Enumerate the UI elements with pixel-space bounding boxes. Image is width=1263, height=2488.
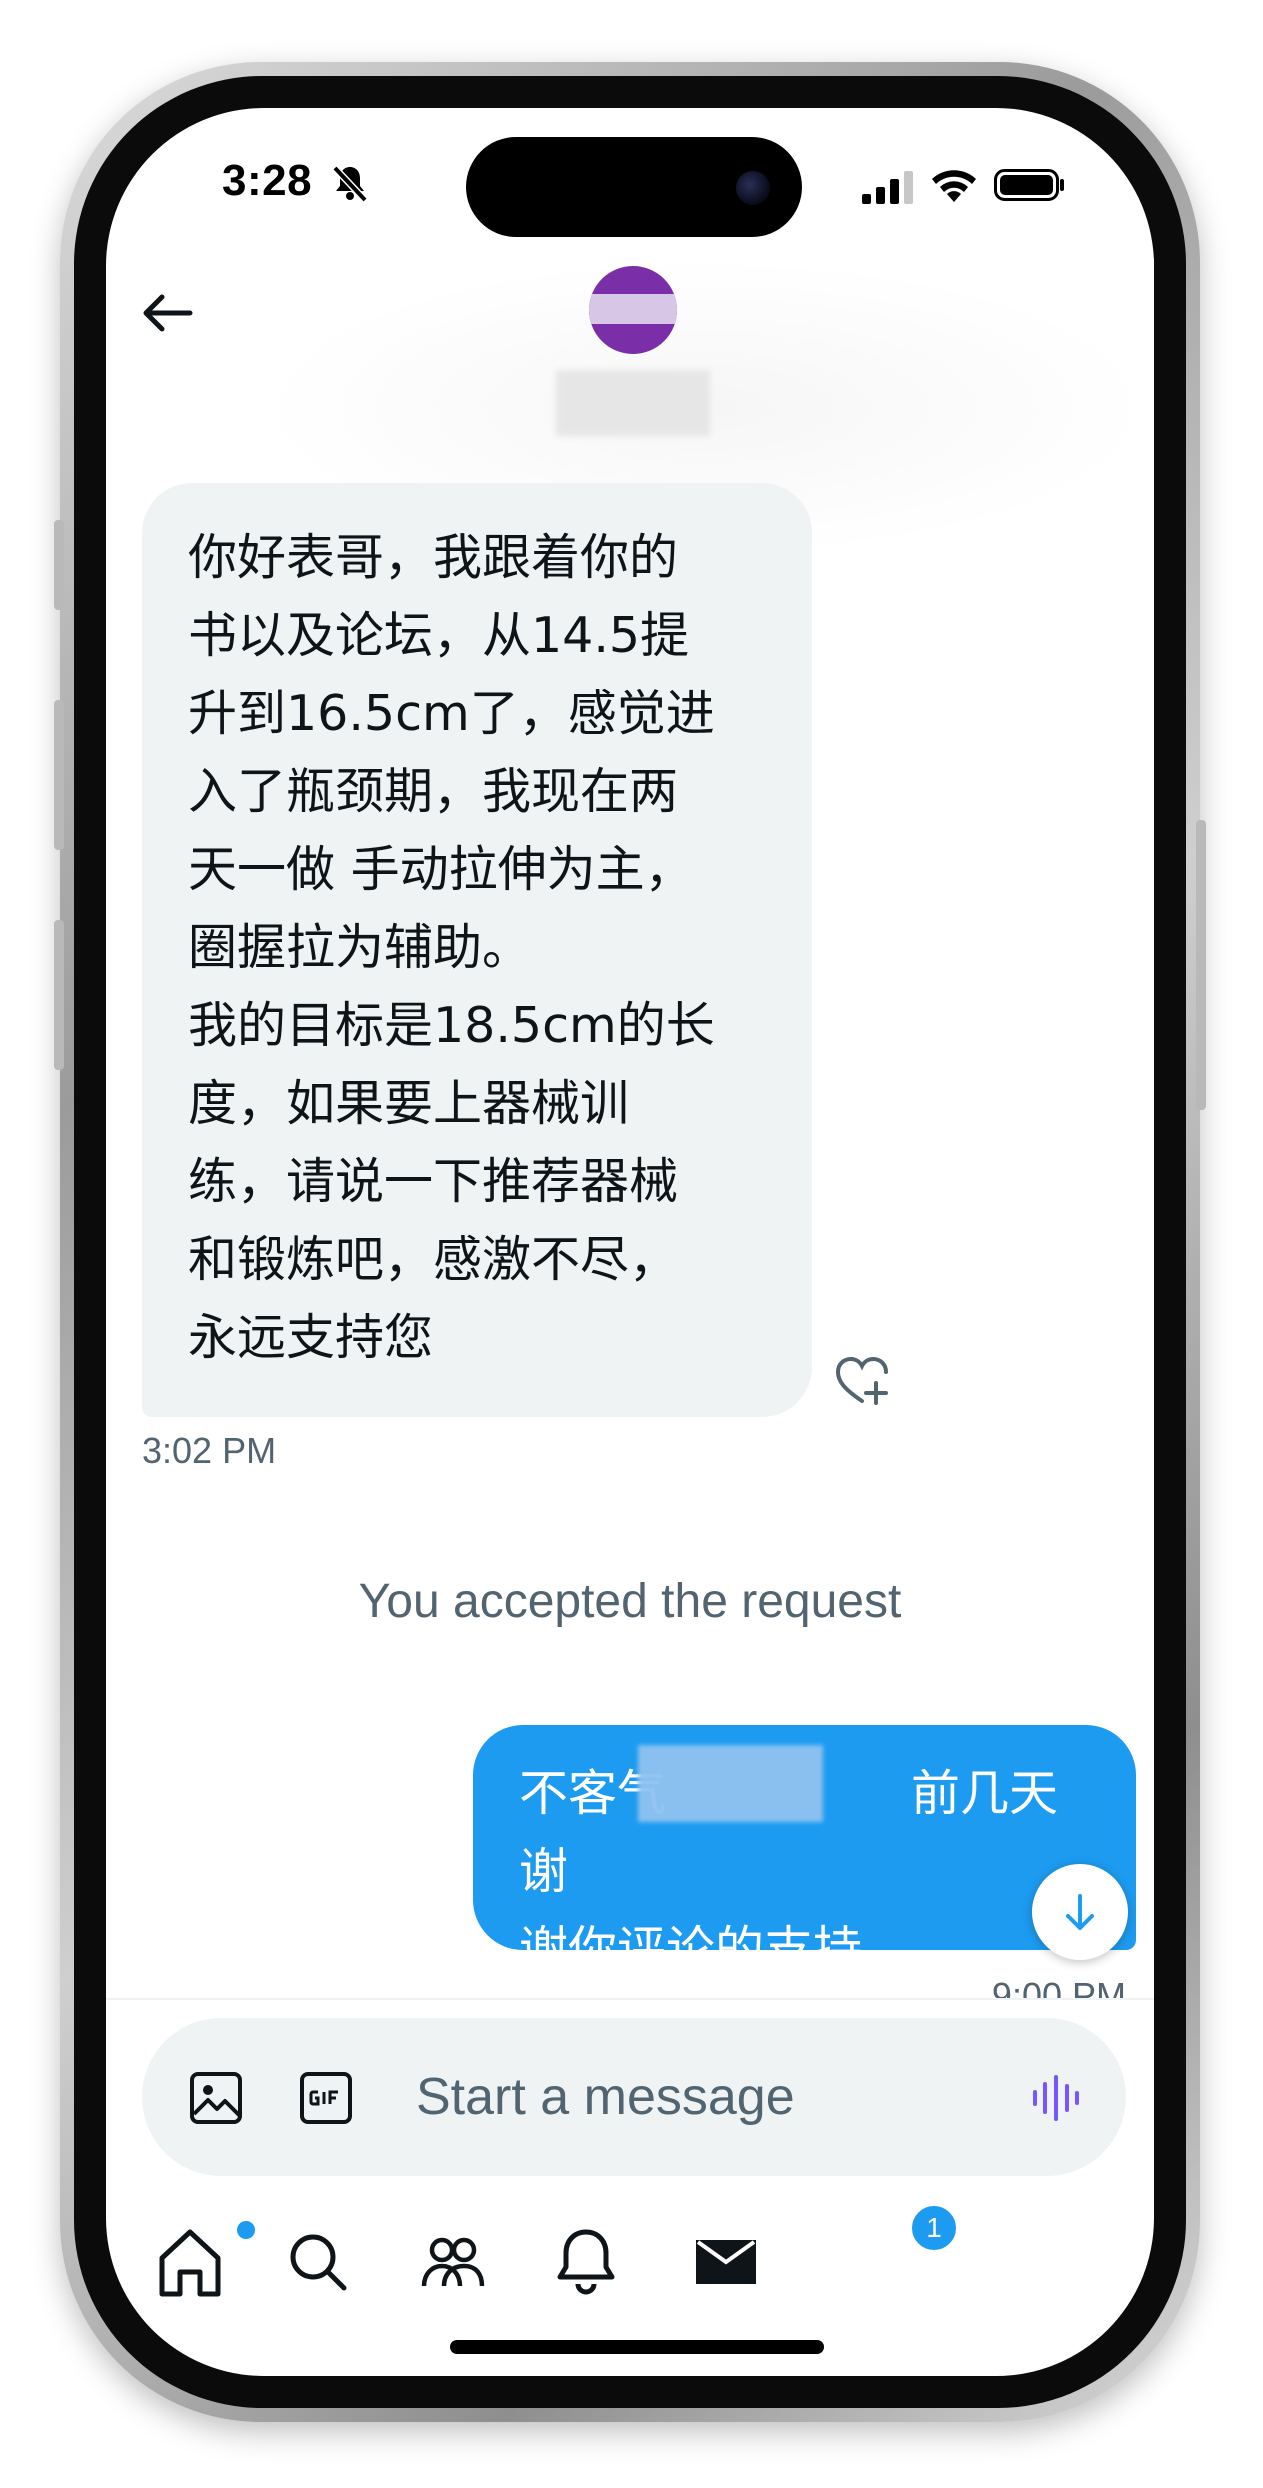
notifications-bell-icon[interactable]: [544, 2220, 628, 2304]
home-indicator: [450, 2340, 824, 2354]
power-button: [1196, 820, 1206, 1110]
home-new-posts-dot: [234, 2218, 258, 2242]
voice-message-icon[interactable]: [1030, 2074, 1082, 2122]
search-icon[interactable]: [276, 2220, 360, 2304]
screen: 3:28 你好表哥，我跟着你的 书以及论坛，从14.5提 升到16.5cm了，感…: [106, 108, 1154, 2376]
outgoing-message-time: 9:00 PM: [991, 1975, 1126, 1998]
add-reaction-heart-icon[interactable]: [834, 1353, 890, 1409]
contact-name-redacted: [556, 370, 710, 436]
incoming-message-bubble[interactable]: 你好表哥，我跟着你的 书以及论坛，从14.5提 升到16.5cm了，感觉进 入了…: [142, 483, 812, 1417]
messages-envelope-icon[interactable]: [684, 2220, 768, 2304]
image-icon[interactable]: [188, 2070, 244, 2126]
arrow-down-icon: [1066, 1894, 1094, 1930]
message-input[interactable]: [416, 2064, 936, 2130]
battery-icon: [994, 169, 1064, 201]
gif-icon[interactable]: [298, 2070, 354, 2126]
silent-bell-icon: [332, 165, 368, 203]
front-camera: [736, 171, 770, 205]
notifications-badge: 1: [908, 2202, 960, 2254]
avatar[interactable]: [589, 266, 677, 354]
message-composer: [142, 2018, 1126, 2176]
back-arrow-icon[interactable]: [136, 283, 196, 343]
composer-divider: [106, 1998, 1154, 2000]
cellular-signal-icon: [862, 171, 913, 204]
action-button: [54, 520, 64, 610]
incoming-message-text: 你好表哥，我跟着你的 书以及论坛，从14.5提 升到16.5cm了，感觉进 入了…: [188, 529, 715, 1366]
avatar-band: [589, 294, 677, 324]
home-icon[interactable]: [148, 2220, 232, 2304]
wifi-icon: [932, 170, 976, 202]
incoming-message-time: 3:02 PM: [142, 1430, 277, 1471]
communities-icon[interactable]: [410, 2220, 494, 2304]
request-accepted-note: You accepted the request: [358, 1575, 902, 1628]
volume-down-button: [54, 920, 64, 1070]
bottom-navigation: [106, 2220, 1154, 2310]
scroll-to-bottom-button[interactable]: [1032, 1864, 1128, 1960]
dynamic-island: [466, 137, 802, 237]
status-time: 3:28: [222, 156, 313, 205]
redacted-name-overlay: [638, 1745, 823, 1822]
volume-up-button: [54, 700, 64, 850]
